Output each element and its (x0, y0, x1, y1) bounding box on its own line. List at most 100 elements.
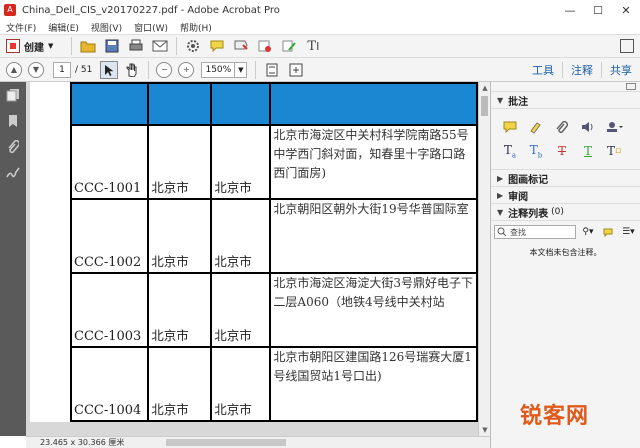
review-section-header[interactable]: ▶ 审阅 (491, 187, 640, 204)
hand-tool-icon[interactable] (122, 60, 142, 80)
toolbar-separator (71, 37, 73, 55)
tab-tools[interactable]: 工具 (524, 62, 562, 78)
left-navigation-pane (0, 82, 26, 436)
chevron-down-icon: ▼ (48, 42, 54, 50)
store-code-cell: CCC-1004 (69, 346, 150, 422)
province-cell: 北京市 (147, 272, 213, 348)
maximize-button[interactable]: ☐ (584, 0, 612, 20)
open-folder-icon[interactable] (78, 36, 98, 56)
sign-icon[interactable] (255, 36, 275, 56)
stamp-icon[interactable] (231, 36, 251, 56)
store-code-cell: CCC-1003 (69, 272, 150, 348)
bookmarks-icon[interactable] (0, 108, 26, 134)
address-text: 北京市朝阳区建国路126号瑞赛大厦1号线国贸站1号口出) (273, 350, 472, 383)
menu-bar: 文件(F) 编辑(E) 视图(V) 窗口(W) 帮助(H) (0, 20, 640, 34)
city-cell: 北京市 (210, 124, 272, 200)
address-text: 北京市海淀区中关村科学院南路55号中学西门斜对面，知春里十字路口路西门面房) (273, 128, 469, 180)
toolbar-separator (255, 60, 257, 79)
comment-search-row: 查找 ⚲▾ ☰▾ (491, 221, 640, 243)
pane-options-icon[interactable] (626, 83, 636, 90)
menu-help[interactable]: 帮助(H) (174, 21, 218, 34)
annotations-section-header[interactable]: ▼ 批注 (491, 92, 640, 109)
table-header-cell (147, 82, 213, 126)
close-button[interactable]: ✕ (612, 0, 640, 20)
horizontal-scrollbar-thumb[interactable] (166, 439, 286, 446)
create-button[interactable]: 创建 ▼ (6, 39, 53, 54)
page-total: / 51 (75, 64, 93, 75)
comment-list-section-header[interactable]: ▼ 注释列表 (0) (491, 204, 640, 221)
table-header-cell (210, 82, 272, 126)
window-title: China_Dell_CIS_v20170227.pdf - Adobe Acr… (22, 4, 280, 16)
document-view[interactable]: CCC-1001 北京市 北京市 北京市海淀区中关村科学院南路55号中学西门斜对… (26, 82, 478, 436)
text-icon[interactable]: TI (303, 36, 323, 56)
comment-search-input[interactable]: 查找 (494, 225, 577, 239)
city-cell: 北京市 (210, 198, 272, 274)
pane-tabs: 工具 注释 共享 (524, 61, 640, 78)
attachments-icon[interactable] (0, 134, 26, 160)
vertical-scrollbar[interactable]: ▲ ▼ (478, 82, 490, 436)
toolbar-separator (148, 60, 150, 79)
table-header-cell (69, 82, 150, 126)
strikethrough-icon[interactable]: T (553, 143, 571, 159)
menu-view[interactable]: 视图(V) (85, 21, 128, 34)
city-cell: 北京市 (210, 346, 272, 422)
previous-page-icon[interactable]: ▲ (6, 61, 22, 78)
annotations-title: 批注 (508, 96, 529, 108)
gear-icon[interactable] (183, 36, 203, 56)
menu-file[interactable]: 文件(F) (0, 21, 42, 34)
store-code-cell: CCC-1001 (69, 124, 150, 200)
full-screen-icon[interactable] (286, 60, 306, 80)
comment-icon[interactable] (207, 36, 227, 56)
signatures-icon[interactable] (0, 160, 26, 186)
audio-icon[interactable] (579, 119, 597, 135)
tab-share[interactable]: 共享 (601, 61, 640, 78)
insert-text-icon[interactable]: Ta (501, 143, 519, 159)
address-text: 北京朝阳区朝外大街19号华普国际室 (273, 202, 469, 216)
comment-bubble-icon[interactable] (600, 225, 617, 239)
edit-icon[interactable] (279, 36, 299, 56)
address-cell: 北京市朝阳区建国路126号瑞赛大厦1号线国贸站1号口出) (269, 346, 478, 422)
stamp-icon[interactable] (605, 119, 623, 135)
email-icon[interactable] (150, 36, 170, 56)
expand-arrow-icon: ▶ (497, 190, 504, 200)
next-page-icon[interactable]: ▼ (28, 61, 44, 78)
tab-comments[interactable]: 注释 (562, 61, 601, 78)
options-icon[interactable]: ☰▾ (620, 225, 637, 239)
scrollbar-thumb[interactable] (481, 96, 488, 116)
comment-pane: ▼ 批注 Ta Tb T T T ▫ ▶ 图画标记 ▶ 审阅 ▼ 注释列表 (0… (490, 82, 640, 448)
store-code-cell: CCC-1002 (69, 198, 150, 274)
fit-page-icon[interactable] (262, 60, 282, 80)
page-thumbnails-icon[interactable] (0, 82, 26, 108)
save-icon[interactable] (102, 36, 122, 56)
province-cell: 北京市 (147, 346, 213, 422)
province-cell: 北京市 (147, 124, 213, 200)
table-row: CCC-1003 北京市 北京市 北京市海淀区海淀大街3号鼎好电子下二层A060… (69, 272, 478, 348)
zoom-in-icon[interactable]: + (178, 61, 195, 78)
toolbar-separator (176, 37, 178, 55)
underline-icon[interactable]: T (579, 143, 597, 159)
sticky-note-icon[interactable] (501, 119, 519, 135)
drawing-section-header[interactable]: ▶ 图画标记 (491, 170, 640, 187)
expand-icon[interactable] (620, 39, 634, 53)
filter-icon[interactable]: ⚲▾ (579, 225, 596, 239)
page-dimensions: 23.465 x 30.366 厘米 (40, 438, 125, 447)
pane-header (491, 82, 640, 92)
select-tool-icon[interactable] (100, 60, 119, 79)
table-row: CCC-1004 北京市 北京市 北京市朝阳区建国路126号瑞赛大厦1号线国贸站… (69, 346, 478, 422)
highlight-icon[interactable] (527, 119, 545, 135)
address-cell: 北京市海淀区海淀大街3号鼎好电子下二层A060（地铁4号线中关村站 (269, 272, 478, 348)
zoom-out-icon[interactable]: − (156, 61, 173, 78)
cis-table: CCC-1001 北京市 北京市 北京市海淀区中关村科学院南路55号中学西门斜对… (69, 82, 478, 422)
page-number-input[interactable]: 1 (53, 61, 71, 78)
zoom-select[interactable]: 150% ▼ (201, 61, 248, 78)
print-icon[interactable] (126, 36, 146, 56)
attach-icon[interactable] (553, 119, 571, 135)
navigation-toolbar: ▲ ▼ 1 / 51 − + 150% ▼ 工具 注释 共享 (0, 58, 640, 82)
add-text-icon[interactable]: T ▫ (605, 143, 623, 159)
comment-list-count: (0) (551, 207, 564, 217)
replace-text-icon[interactable]: Tb (527, 143, 545, 159)
minimize-button[interactable]: — (556, 0, 584, 20)
annotation-tools: Ta Tb T T T ▫ (491, 109, 640, 170)
menu-window[interactable]: 窗口(W) (128, 21, 174, 34)
menu-edit[interactable]: 编辑(E) (42, 21, 85, 34)
